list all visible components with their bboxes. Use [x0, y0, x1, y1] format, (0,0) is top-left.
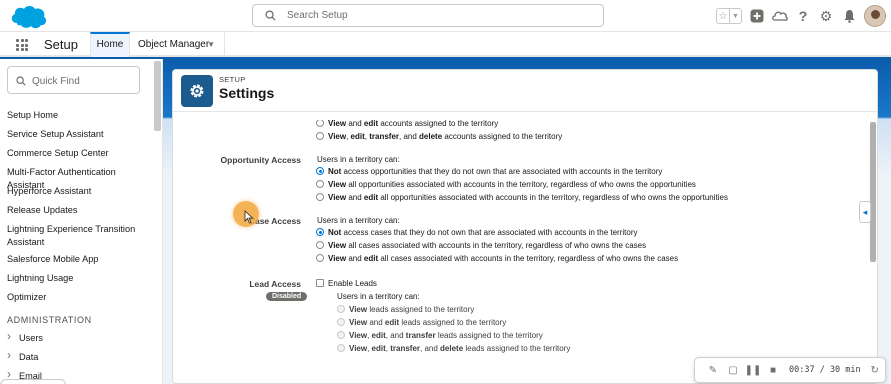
radio-button-selected[interactable]	[316, 167, 324, 175]
add-icon[interactable]	[749, 8, 765, 24]
opportunity-option-not[interactable]: Not access opportunities that they do no…	[316, 166, 662, 178]
settings-card: SETUP Settings ◂ View and edit accounts …	[172, 69, 878, 384]
account-option-view-edit[interactable]: View and edit accounts assigned to the t…	[316, 120, 498, 130]
enable-leads-checkbox[interactable]: Enable Leads	[316, 278, 377, 290]
sidebar-item-hyperforce-assistant[interactable]: Hyperforce Assistant	[7, 182, 152, 201]
sidebar-item-optimizer[interactable]: Optimizer	[7, 288, 152, 307]
sidebar-item-lightning-usage[interactable]: Lightning Usage	[7, 269, 152, 288]
setup-sidebar: Quick Find Setup Home Service Setup Assi…	[0, 59, 163, 384]
status-badge: Disabled	[266, 292, 308, 301]
quick-find-placeholder: Quick Find	[32, 76, 80, 87]
radio-button[interactable]	[316, 132, 324, 140]
sidebar-item-lightning-transition-assistant[interactable]: Lightning Experience Transition Assistan…	[7, 220, 152, 250]
recording-timer: 00:37 / 30 min	[789, 365, 861, 375]
radio-button-disabled	[337, 318, 345, 326]
trailhead-icon[interactable]	[772, 8, 788, 24]
radio-button[interactable]	[316, 180, 324, 188]
radio-button-disabled	[337, 344, 345, 352]
page-eyebrow: SETUP	[219, 75, 246, 84]
sidebar-item-data[interactable]: Data	[7, 348, 152, 367]
opportunity-access-intro: Users in a territory can:	[317, 155, 400, 164]
app-name: Setup	[44, 37, 78, 52]
search-icon	[265, 10, 276, 21]
lead-access-label: Lead Access	[249, 279, 301, 289]
app-nav-bar: Setup Home Object Manager ▼	[0, 32, 891, 57]
favorites-star-icon[interactable]: ☆	[717, 9, 729, 23]
favorites-control[interactable]: ☆ ▼	[716, 8, 742, 24]
header-utility-icons: ☆ ▼ ? ⚙	[716, 5, 886, 27]
gear-icon[interactable]: ⚙	[818, 8, 834, 24]
radio-button-selected[interactable]	[316, 228, 324, 236]
sidebar-item-commerce-setup-center[interactable]: Commerce Setup Center	[7, 144, 152, 163]
sidebar-item-release-updates[interactable]: Release Updates	[7, 201, 152, 220]
pen-icon[interactable]: ✎	[703, 365, 723, 376]
settings-content: ◂ View and edit accounts assigned to the…	[173, 120, 877, 384]
radio-button[interactable]	[316, 193, 324, 201]
favorites-dropdown-icon[interactable]: ▼	[729, 9, 741, 23]
bell-icon[interactable]	[841, 8, 857, 24]
lead-option-view-edit: View and edit leads assigned to the terr…	[337, 317, 506, 329]
checkbox[interactable]	[316, 279, 324, 287]
sidebar-item-mfa-assistant[interactable]: Multi-Factor Authentication Assistant	[7, 163, 152, 190]
radio-button[interactable]	[316, 120, 324, 127]
case-option-view-edit[interactable]: View and edit all cases associated with …	[316, 253, 678, 265]
lead-option-view: View leads assigned to the territory	[337, 304, 474, 316]
mouse-cursor-icon	[244, 210, 254, 224]
opportunity-option-view[interactable]: View all opportunities associated with a…	[316, 179, 696, 191]
quick-find-input[interactable]: Quick Find	[7, 66, 140, 94]
case-option-not[interactable]: Not access cases that they do not own th…	[316, 227, 637, 239]
sidebar-scrollbar[interactable]	[154, 61, 161, 131]
case-access-intro: Users in a territory can:	[317, 216, 400, 225]
stop-icon[interactable]: ■	[763, 365, 783, 376]
avatar[interactable]	[864, 5, 886, 27]
opportunity-option-view-edit[interactable]: View and edit all opportunities associat…	[316, 192, 728, 204]
screen-recorder-toolbar: ✎ ▢ ❚❚ ■ 00:37 / 30 min ↻	[694, 357, 886, 383]
sidebar-item-setup-home[interactable]: Setup Home	[7, 106, 152, 125]
content-scrollbar[interactable]	[870, 122, 876, 262]
radio-button-disabled	[337, 331, 345, 339]
sidebar-popover-stub	[0, 379, 66, 384]
lead-option-view-edit-transfer-delete: View, edit, transfer, and delete leads a…	[337, 343, 570, 355]
account-option-view-edit-transfer-delete[interactable]: View, edit, transfer, and delete account…	[316, 131, 562, 143]
help-icon[interactable]: ?	[795, 8, 811, 24]
sidebar-nav-list: Setup Home Service Setup Assistant Comme…	[7, 106, 152, 384]
sidebar-item-users[interactable]: Users	[7, 329, 152, 348]
sidebar-item-service-setup-assistant[interactable]: Service Setup Assistant	[7, 125, 152, 144]
radio-button-disabled	[337, 305, 345, 313]
page-header: SETUP Settings	[173, 70, 877, 112]
note-icon[interactable]: ▢	[723, 365, 743, 376]
case-option-view[interactable]: View all cases associated with accounts …	[316, 240, 646, 252]
sidebar-section-administration: ADMINISTRATION	[7, 315, 92, 325]
chevron-down-icon[interactable]: ▼	[207, 32, 215, 57]
tab-object-manager[interactable]: Object Manager ▼	[131, 32, 225, 57]
global-header: Search Setup ☆ ▼ ? ⚙	[0, 0, 891, 32]
pause-icon[interactable]: ❚❚	[743, 365, 763, 376]
restart-icon[interactable]: ↻	[865, 365, 885, 376]
salesforce-logo[interactable]	[9, 3, 49, 31]
opportunity-access-label: Opportunity Access	[220, 155, 301, 165]
tab-home[interactable]: Home	[90, 32, 130, 57]
setup-search-box[interactable]: Search Setup	[252, 4, 604, 27]
radio-button[interactable]	[316, 241, 324, 249]
lead-option-view-edit-transfer: View, edit, and transfer leads assigned …	[337, 330, 543, 342]
radio-button[interactable]	[316, 254, 324, 262]
page-title: Settings	[219, 85, 275, 101]
collapse-panel-icon[interactable]: ◂	[859, 201, 871, 223]
lead-access-intro: Users in a territory can:	[337, 292, 420, 301]
app-launcher-icon[interactable]	[16, 39, 28, 51]
search-placeholder: Search Setup	[287, 10, 348, 21]
setup-gear-icon	[181, 75, 213, 107]
sidebar-item-salesforce-mobile-app[interactable]: Salesforce Mobile App	[7, 250, 152, 269]
tab-object-manager-label: Object Manager	[138, 39, 210, 50]
search-icon	[16, 76, 26, 86]
